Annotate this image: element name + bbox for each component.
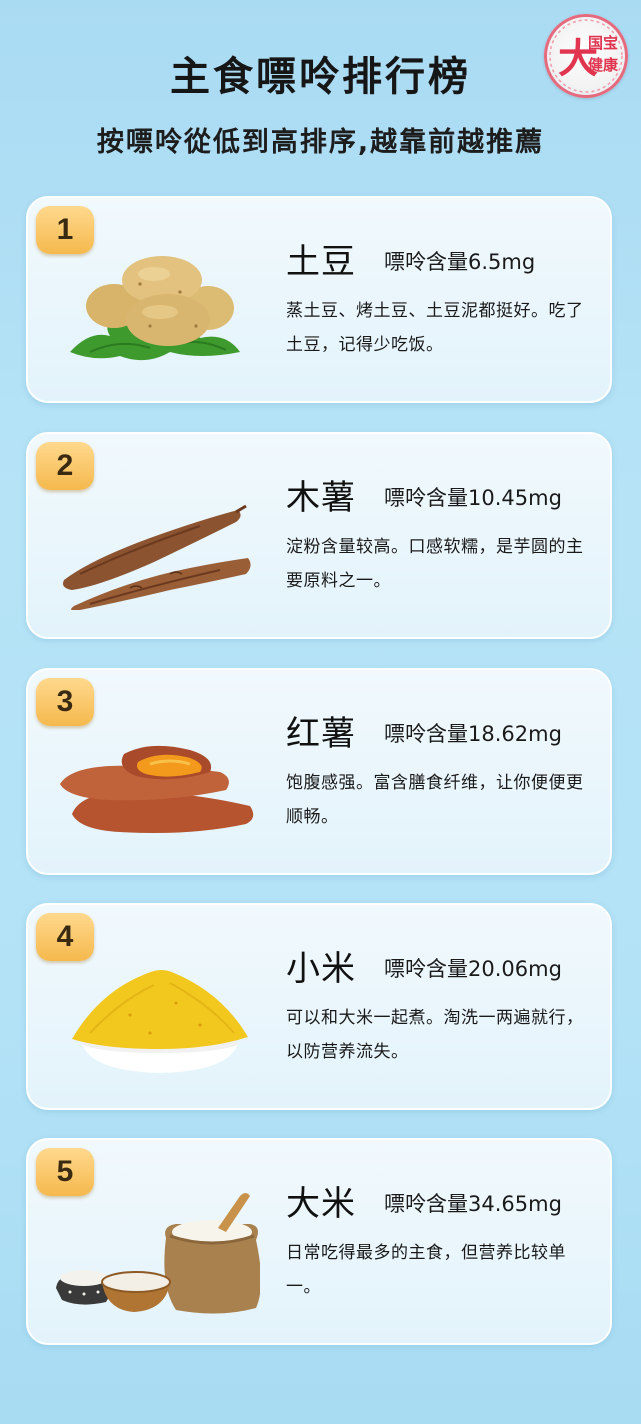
food-name: 红薯 [286, 714, 356, 754]
food-name: 大米 [286, 1184, 356, 1224]
ranking-card-3: 3 红薯 嘌呤含量18.62mg 饱腹感强。富含膳食纤维，让你便便更顺畅。 [26, 668, 612, 875]
purine-content: 嘌呤含量18.62mg [384, 722, 562, 746]
potato-icon [50, 234, 260, 374]
ranking-card-1: 1 土豆 嘌呤含量6.5mg 蒸土豆、烤土豆、土豆泥都挺好。吃了土豆，记得少吃饭… [26, 196, 612, 403]
brand-logo: 大 国宝 健康 [544, 14, 628, 98]
purine-content: 嘌呤含量6.5mg [384, 250, 536, 274]
food-description: 饱腹感强。富含膳食纤维，让你便便更顺畅。 [286, 773, 584, 827]
cassava-icon [50, 470, 260, 611]
rice-icon [50, 1176, 261, 1316]
purine-content: 嘌呤含量20.06mg [384, 957, 562, 981]
food-description: 蒸土豆、烤土豆、土豆泥都挺好。吃了土豆，记得少吃饭。 [286, 301, 584, 355]
food-name: 小米 [286, 949, 356, 989]
ranking-card-4: 4 小米 嘌呤含量20.06mg 可以和大米一起煮。淘洗一两遍就行，以防营养流失… [26, 903, 612, 1110]
logo-bottom-text: 健康 [588, 56, 619, 74]
logo-top-text: 国宝 [588, 34, 618, 52]
sweet-potato-icon [50, 706, 260, 846]
header: 主食嘌呤排行榜 按嘌呤從低到高排序,越靠前越推薦 大 国宝 健康 [0, 0, 641, 190]
page-subtitle: 按嘌呤從低到高排序,越靠前越推薦 [96, 127, 545, 158]
food-description: 淀粉含量较高。口感软糯，是芋圆的主要原料之一。 [286, 537, 584, 591]
ranking-card-5: 5 大米 嘌呤含量34.65mg 日常吃得最多的主食，但营养比较单一。 [26, 1138, 612, 1345]
food-description: 日常吃得最多的主食，但营养比较单一。 [286, 1243, 566, 1297]
ranking-card-2: 2 木薯 嘌呤含量10.45mg 淀粉含量较高。口感软糯，是芋圆的主要原料之一。 [26, 432, 612, 639]
food-name: 木薯 [286, 478, 356, 518]
food-description: 可以和大米一起煮。淘洗一两遍就行，以防营养流失。 [286, 1008, 584, 1062]
millet-icon [50, 941, 260, 1081]
food-name: 土豆 [286, 242, 356, 282]
purine-content: 嘌呤含量10.45mg [384, 486, 562, 510]
purine-content: 嘌呤含量34.65mg [384, 1192, 562, 1216]
